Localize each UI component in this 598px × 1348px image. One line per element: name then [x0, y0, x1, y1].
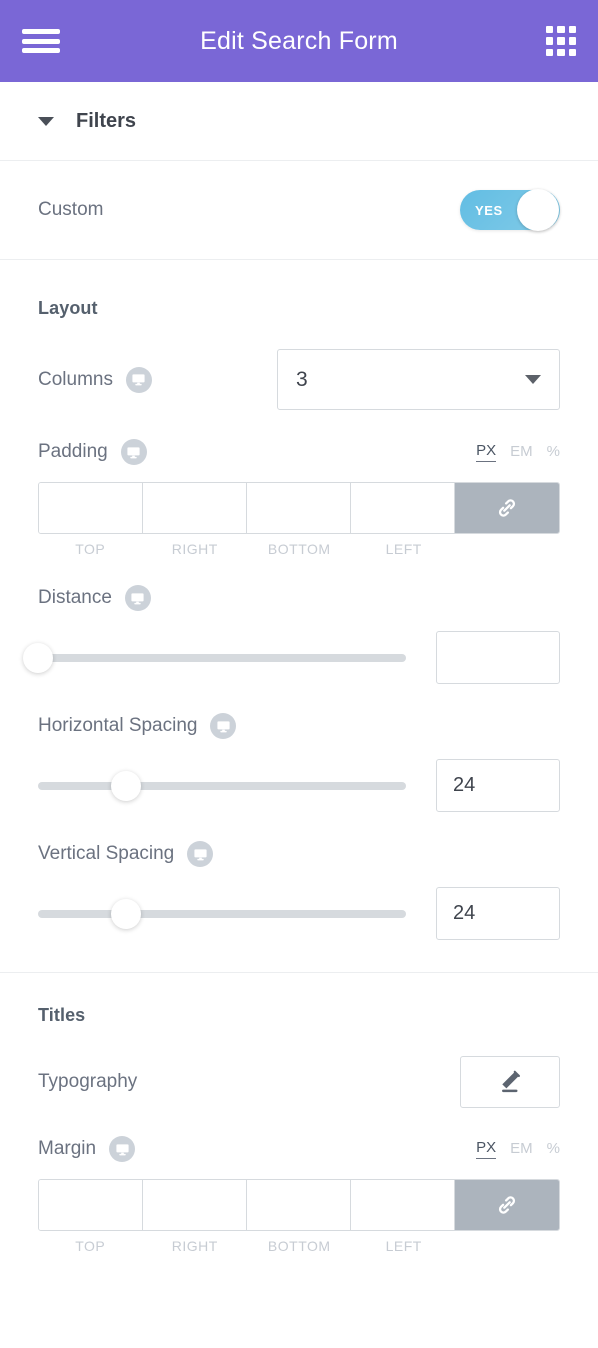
- margin-label-right: RIGHT: [171, 1238, 218, 1254]
- panel-header: Edit Search Form: [0, 0, 598, 82]
- typography-label: Typography: [38, 1071, 138, 1092]
- margin-header-row: Margin PX EM %: [0, 1136, 598, 1162]
- slider-track: [38, 909, 406, 918]
- apps-grid-icon[interactable]: [546, 26, 576, 56]
- vertical-spacing-slider-row: 24: [0, 887, 598, 940]
- margin-label-bottom: BOTTOM: [267, 1238, 331, 1254]
- desktop-icon[interactable]: [125, 366, 152, 393]
- padding-label-wrap: Padding: [38, 439, 147, 465]
- custom-label: Custom: [38, 199, 104, 220]
- horizontal-spacing-value-input[interactable]: 24: [436, 759, 560, 812]
- padding-top-input[interactable]: [39, 483, 143, 533]
- margin-control: TOP RIGHT BOTTOM LEFT: [0, 1179, 598, 1254]
- distance-label-wrap: Distance: [38, 585, 151, 611]
- typography-row: Typography: [0, 1056, 598, 1108]
- padding-unit-px[interactable]: PX: [476, 442, 497, 462]
- margin-label: Margin: [38, 1138, 97, 1159]
- margin-top-input[interactable]: [39, 1180, 143, 1230]
- margin-bottom-input[interactable]: [247, 1180, 351, 1230]
- padding-label-right: RIGHT: [171, 541, 218, 557]
- distance-label: Distance: [38, 587, 112, 608]
- vertical-spacing-header-row: Vertical Spacing: [0, 841, 598, 867]
- columns-label: Columns: [38, 368, 113, 390]
- distance-slider-row: [0, 631, 598, 684]
- margin-left-input[interactable]: [351, 1180, 455, 1230]
- margin-label-top: TOP: [75, 1238, 106, 1254]
- padding-label: Padding: [38, 441, 108, 462]
- section-title: Filters: [76, 109, 137, 132]
- horizontal-spacing-slider[interactable]: [38, 770, 406, 801]
- editor-panel: Edit Search Form Filters Custom YES Layo…: [0, 0, 598, 1348]
- margin-label-left: LEFT: [385, 1238, 422, 1254]
- vertical-spacing-label-wrap: Vertical Spacing: [38, 841, 214, 867]
- padding-label-left: LEFT: [385, 541, 422, 557]
- desktop-icon[interactable]: [124, 585, 151, 611]
- margin-right-input[interactable]: [143, 1180, 247, 1230]
- typography-edit-button[interactable]: [460, 1056, 560, 1108]
- toggle-knob: [517, 189, 559, 231]
- columns-label-wrap: Columns: [38, 366, 152, 393]
- vertical-spacing-slider[interactable]: [38, 898, 406, 929]
- desktop-icon[interactable]: [210, 713, 237, 739]
- columns-select[interactable]: 3: [277, 349, 560, 410]
- page-title: Edit Search Form: [200, 26, 398, 55]
- distance-value-input[interactable]: [436, 631, 560, 684]
- custom-toggle-value: YES: [475, 202, 503, 218]
- columns-select-value: 3: [296, 367, 308, 391]
- slider-thumb[interactable]: [23, 642, 53, 673]
- padding-unit-percent[interactable]: %: [547, 443, 560, 462]
- horizontal-spacing-label: Horizontal Spacing: [38, 715, 198, 736]
- group-title-layout: Layout: [38, 298, 98, 318]
- horizontal-spacing-label-wrap: Horizontal Spacing: [38, 713, 237, 739]
- margin-unit-switcher: PX EM %: [476, 1139, 560, 1159]
- slider-track: [38, 781, 406, 790]
- custom-row: Custom YES: [0, 161, 598, 259]
- padding-header-row: Padding PX EM %: [0, 439, 598, 465]
- hamburger-menu-icon[interactable]: [22, 26, 60, 56]
- chevron-down-icon: [38, 116, 54, 126]
- margin-link-toggle[interactable]: [455, 1180, 559, 1230]
- horizontal-spacing-slider-row: 24: [0, 759, 598, 812]
- vertical-spacing-value-input[interactable]: 24: [436, 887, 560, 940]
- padding-label-top: TOP: [75, 541, 106, 557]
- columns-row: Columns 3: [0, 349, 598, 410]
- padding-unit-em[interactable]: EM: [510, 443, 533, 462]
- group-title-titles: Titles: [38, 1005, 86, 1025]
- distance-header-row: Distance: [0, 585, 598, 611]
- distance-slider[interactable]: [23, 642, 406, 673]
- padding-control: TOP RIGHT BOTTOM LEFT: [0, 482, 598, 557]
- vertical-spacing-label: Vertical Spacing: [38, 843, 175, 864]
- desktop-icon[interactable]: [120, 439, 147, 465]
- desktop-icon[interactable]: [187, 841, 214, 867]
- padding-label-bottom: BOTTOM: [267, 541, 331, 557]
- section-header-filters[interactable]: Filters: [0, 82, 598, 161]
- custom-toggle[interactable]: YES: [460, 189, 560, 231]
- padding-left-input[interactable]: [351, 483, 455, 533]
- margin-label-wrap: Margin: [38, 1136, 136, 1162]
- horizontal-spacing-header-row: Horizontal Spacing: [0, 713, 598, 739]
- margin-side-labels: TOP RIGHT BOTTOM LEFT: [38, 1238, 560, 1254]
- padding-side-labels: TOP RIGHT BOTTOM LEFT: [38, 541, 560, 557]
- slider-thumb[interactable]: [111, 898, 142, 929]
- margin-unit-percent[interactable]: %: [547, 1140, 560, 1159]
- slider-thumb[interactable]: [111, 770, 142, 801]
- padding-unit-switcher: PX EM %: [476, 442, 560, 462]
- padding-right-input[interactable]: [143, 483, 247, 533]
- padding-inputs: [38, 482, 560, 534]
- margin-unit-px[interactable]: PX: [476, 1139, 497, 1159]
- padding-bottom-input[interactable]: [247, 483, 351, 533]
- padding-link-toggle[interactable]: [455, 483, 559, 533]
- margin-inputs: [38, 1179, 560, 1231]
- chevron-down-icon: [525, 375, 541, 384]
- margin-unit-em[interactable]: EM: [510, 1140, 533, 1159]
- desktop-icon[interactable]: [109, 1136, 136, 1162]
- slider-track: [38, 653, 406, 662]
